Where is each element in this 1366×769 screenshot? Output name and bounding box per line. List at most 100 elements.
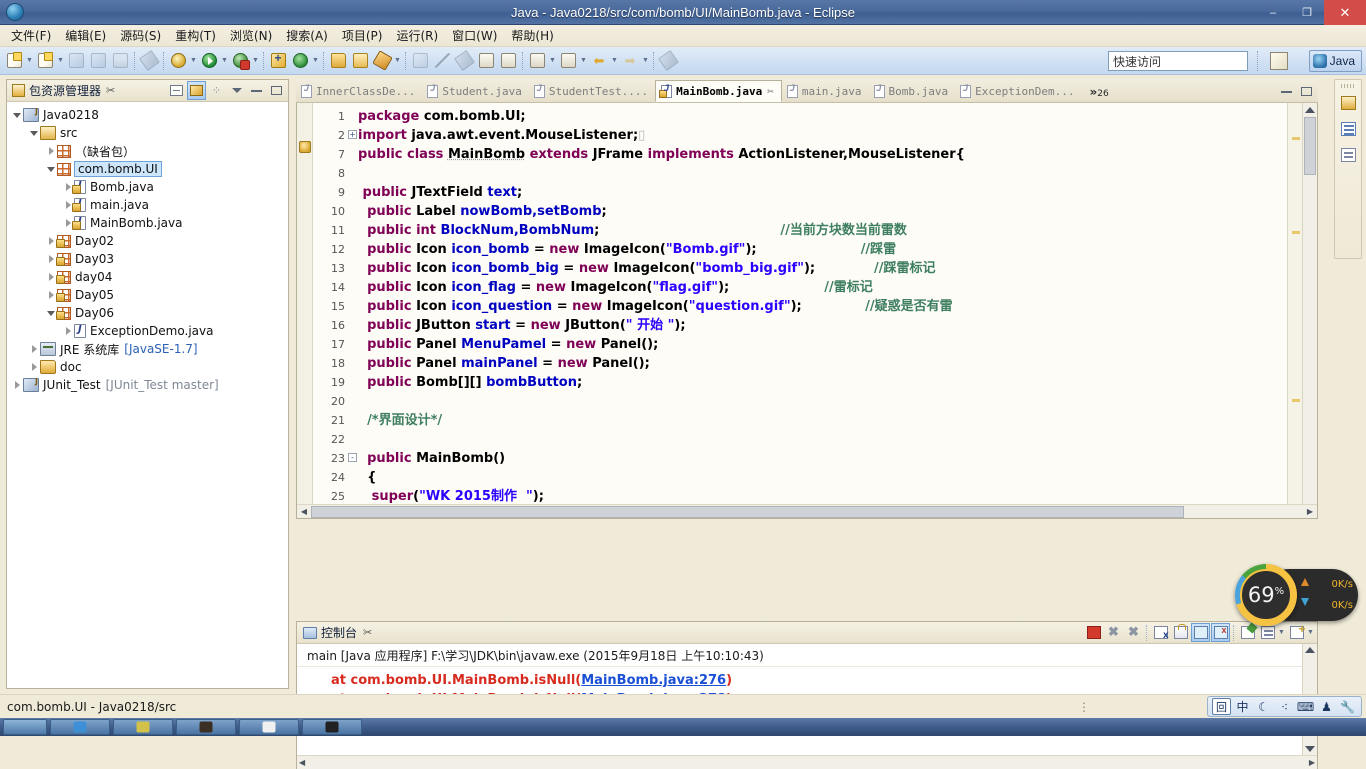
code-line[interactable]: public Icon icon_question = new ImageIco…: [358, 297, 1287, 316]
view-menu-extra-button[interactable]: ⁘: [207, 81, 226, 100]
back-button[interactable]: ⬅: [589, 50, 609, 71]
show-console-on-stderr-button[interactable]: [1211, 623, 1230, 642]
debug-button[interactable]: [168, 50, 188, 71]
fold-collapse-icon[interactable]: -: [348, 453, 357, 462]
editor-hscroll-thumb[interactable]: [311, 505, 1184, 518]
ime-keyboard-icon[interactable]: ⌨: [1296, 698, 1315, 715]
ime-logo-icon[interactable]: 回: [1212, 698, 1231, 715]
scroll-right-icon[interactable]: ▶: [1303, 505, 1317, 518]
close-button[interactable]: ✕: [1324, 0, 1366, 25]
fast-view-outline-button[interactable]: [1338, 118, 1358, 140]
editor-tab[interactable]: StudentTest....: [529, 80, 655, 102]
show-paragraph-button[interactable]: [498, 50, 518, 71]
build-button[interactable]: [138, 50, 160, 71]
strip-drag-handle[interactable]: [1341, 84, 1355, 88]
chevron-down-icon[interactable]: [28, 131, 40, 136]
run-external-button[interactable]: [230, 50, 250, 71]
new-button[interactable]: [4, 50, 24, 71]
next-annotation-button[interactable]: [453, 50, 475, 71]
taskbar-item[interactable]: [176, 719, 236, 735]
minimize-button[interactable]: –: [1256, 0, 1290, 25]
open-console-dropdown-arrow[interactable]: ▼: [1306, 629, 1315, 636]
code-line[interactable]: import java.awt.event.MouseListener;▯: [358, 126, 1287, 145]
pin-editor-button[interactable]: [657, 50, 679, 71]
start-button[interactable]: [3, 719, 47, 735]
code-line[interactable]: [358, 164, 1287, 183]
run-button[interactable]: [199, 50, 219, 71]
fast-view-package-explorer-button[interactable]: [1338, 92, 1358, 114]
new-element-dropdown-arrow[interactable]: ▼: [393, 51, 402, 71]
code-line[interactable]: public MainBomb(): [358, 449, 1287, 468]
status-bar-resize-grip[interactable]: ⋮: [1078, 700, 1091, 714]
editor-tab[interactable]: Bomb.java: [869, 80, 956, 102]
quick-access-input[interactable]: 快速访问: [1108, 51, 1248, 71]
editor-minimize-button[interactable]: [1277, 82, 1296, 101]
code-line[interactable]: public int BlockNum,BombNum; //当前方块数当前雷数: [358, 221, 1287, 240]
menu-item-project[interactable]: 项目(P): [335, 25, 390, 46]
overview-marker[interactable]: [1292, 137, 1300, 140]
debug-dropdown-arrow[interactable]: ▼: [189, 51, 198, 71]
menu-item-refactor[interactable]: 重构(T): [168, 25, 223, 46]
open-type-button[interactable]: [328, 50, 348, 71]
taskbar-item[interactable]: [50, 719, 110, 735]
tree-item[interactable]: main.java: [11, 196, 288, 214]
tree-item[interactable]: JRE 系统库 [JavaSE-1.7]: [11, 340, 288, 358]
warning-marker-icon[interactable]: [299, 141, 311, 153]
back-dropdown-arrow[interactable]: ▼: [610, 51, 619, 71]
editor-tab[interactable]: main.java: [782, 80, 869, 102]
editor-maximize-button[interactable]: [1297, 82, 1316, 101]
editor-annotation-ruler[interactable]: [297, 103, 313, 518]
code-line[interactable]: [358, 392, 1287, 411]
refresh-button[interactable]: [290, 50, 310, 71]
ime-settings-icon[interactable]: 🔧: [1338, 698, 1357, 715]
package-explorer-tab[interactable]: 包资源管理器 ✂ ⁘: [7, 80, 288, 102]
scroll-lock-button[interactable]: [1171, 623, 1190, 642]
editor-tab-close-icon[interactable]: ✂: [767, 85, 774, 98]
menu-item-help[interactable]: 帮助(H): [504, 25, 560, 46]
ime-punctuation-icon[interactable]: ⁖: [1275, 698, 1294, 715]
code-line[interactable]: [358, 430, 1287, 449]
menu-item-file[interactable]: 文件(F): [4, 25, 58, 46]
collapse-all-button[interactable]: [167, 81, 186, 100]
tree-item[interactable]: Bomb.java: [11, 178, 288, 196]
code-line[interactable]: public Icon icon_flag = new ImageIcon("f…: [358, 278, 1287, 297]
editor-source-text[interactable]: package com.bomb.UI; import java.awt.even…: [358, 103, 1287, 518]
editor-tab[interactable]: Student.java: [422, 80, 528, 102]
overview-marker[interactable]: [1292, 399, 1300, 402]
editor-tab-overflow-button[interactable]: » 26: [1081, 85, 1111, 102]
editor-scroll-thumb[interactable]: [1304, 117, 1316, 175]
open-task-button[interactable]: [350, 50, 370, 71]
menu-item-search[interactable]: 搜索(A): [279, 25, 335, 46]
show-whitespace-button[interactable]: [476, 50, 496, 71]
chevron-right-icon[interactable]: [28, 345, 40, 353]
external-tools-dropdown-arrow[interactable]: ▼: [251, 51, 260, 71]
stack-trace-link[interactable]: MainBomb.java:276: [581, 673, 726, 688]
show-console-on-stdout-button[interactable]: [1191, 623, 1210, 642]
open-perspective-button[interactable]: [1270, 52, 1288, 70]
clear-console-button[interactable]: [1151, 623, 1170, 642]
package-explorer-close-icon[interactable]: ✂: [106, 84, 115, 97]
terminate-button[interactable]: [1084, 623, 1103, 642]
tree-item[interactable]: doc: [11, 358, 288, 376]
chevron-right-icon[interactable]: [62, 327, 74, 335]
next-edit-button[interactable]: [558, 50, 578, 71]
tree-item[interactable]: src: [11, 124, 288, 142]
run-dropdown-arrow[interactable]: ▼: [220, 51, 229, 71]
code-line[interactable]: {: [358, 468, 1287, 487]
skip-breakpoints-button[interactable]: [410, 50, 430, 71]
editor-overview-ruler[interactable]: [1287, 103, 1302, 518]
code-line[interactable]: public Panel mainPanel = new Panel();: [358, 354, 1287, 373]
code-line[interactable]: /*界面设计*/: [358, 411, 1287, 430]
tree-item[interactable]: Day06: [11, 304, 288, 322]
chevron-down-icon[interactable]: [45, 167, 57, 172]
console-horizontal-scrollbar[interactable]: ◀ ▶: [297, 755, 1317, 769]
tree-item[interactable]: ExceptionDemo.java: [11, 322, 288, 340]
next-edit-dropdown-arrow[interactable]: ▼: [579, 51, 588, 71]
scroll-up-icon[interactable]: [1305, 107, 1315, 113]
fold-expand-icon[interactable]: +: [348, 130, 357, 139]
new-java-package-button[interactable]: [268, 50, 288, 71]
forward-dropdown-arrow[interactable]: ▼: [641, 51, 650, 71]
remove-launch-button[interactable]: ✖: [1104, 623, 1123, 642]
toggle-mark-button[interactable]: [432, 50, 452, 71]
console-scroll-right-icon[interactable]: ▶: [1309, 758, 1315, 767]
